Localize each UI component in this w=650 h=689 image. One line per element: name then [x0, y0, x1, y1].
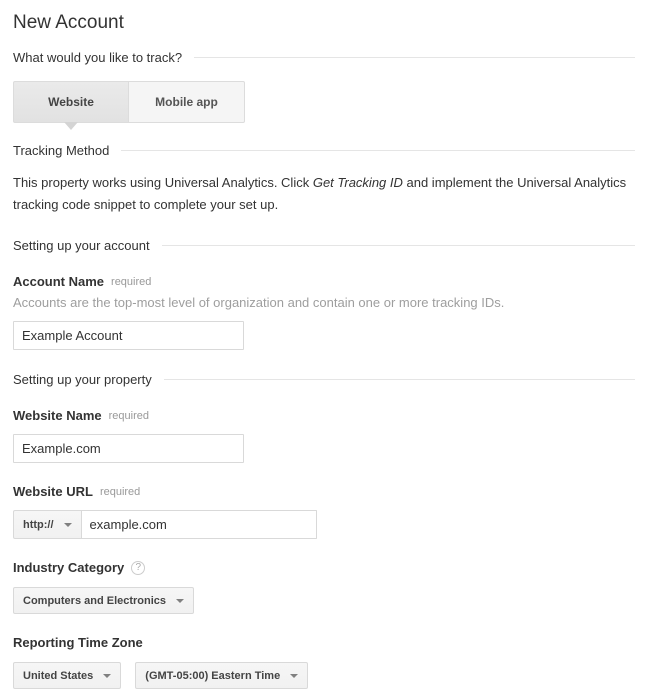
section-rule	[162, 245, 635, 246]
industry-category-dropdown[interactable]: Computers and Electronics	[13, 587, 194, 614]
chevron-down-icon	[176, 599, 184, 603]
website-name-required-tag: required	[109, 410, 149, 422]
tab-website-label: Website	[48, 95, 94, 109]
section-rule	[194, 57, 635, 58]
account-section-heading-label: Setting up your account	[13, 238, 150, 253]
time-zone-country-dropdown[interactable]: United States	[13, 662, 121, 689]
tracking-method-heading: Tracking Method	[13, 143, 635, 158]
get-tracking-id-reference: Get Tracking ID	[313, 175, 403, 190]
tracking-method-description: This property works using Universal Anal…	[13, 172, 635, 216]
reporting-time-zone-label: Reporting Time Zone	[13, 635, 143, 650]
website-url-row: http://	[13, 510, 635, 539]
website-name-input[interactable]	[13, 434, 244, 463]
track-section-heading-label: What would you like to track?	[13, 50, 182, 65]
property-section-heading-label: Setting up your property	[13, 372, 152, 387]
chevron-down-icon	[290, 674, 298, 678]
url-protocol-value: http://	[23, 519, 54, 531]
url-protocol-dropdown[interactable]: http://	[13, 510, 82, 539]
website-url-required-tag: required	[100, 486, 140, 498]
tracking-method-heading-label: Tracking Method	[13, 143, 109, 158]
new-account-page: New Account What would you like to track…	[0, 0, 650, 689]
reporting-time-zone-label-row: Reporting Time Zone	[13, 635, 635, 650]
account-name-label-row: Account Name required	[13, 274, 635, 289]
chevron-down-icon	[103, 674, 111, 678]
help-question-icon[interactable]: ?	[131, 561, 145, 575]
website-url-label: Website URL	[13, 484, 93, 499]
tab-website[interactable]: Website	[13, 81, 129, 123]
time-zone-dropdown[interactable]: (GMT-05:00) Eastern Time	[135, 662, 308, 689]
section-rule	[164, 379, 635, 380]
property-section-heading: Setting up your property	[13, 372, 635, 387]
reporting-time-zone-row: United States (GMT-05:00) Eastern Time	[13, 662, 635, 689]
page-title: New Account	[13, 12, 635, 34]
tab-mobile-app[interactable]: Mobile app	[129, 81, 245, 123]
website-name-label-row: Website Name required	[13, 408, 635, 423]
industry-category-label-row: Industry Category ?	[13, 560, 635, 575]
website-name-label: Website Name	[13, 408, 102, 423]
section-rule	[121, 150, 635, 151]
industry-category-value: Computers and Electronics	[23, 595, 166, 607]
industry-category-row: Computers and Electronics	[13, 587, 635, 614]
tab-mobile-app-label: Mobile app	[155, 95, 218, 109]
account-name-input[interactable]	[13, 321, 244, 350]
website-url-label-row: Website URL required	[13, 484, 635, 499]
tracking-method-text-prefix: This property works using Universal Anal…	[13, 175, 313, 190]
time-zone-value: (GMT-05:00) Eastern Time	[145, 670, 280, 682]
website-url-input[interactable]	[82, 510, 317, 539]
account-name-help-text: Accounts are the top-most level of organ…	[13, 295, 635, 310]
account-name-required-tag: required	[111, 276, 151, 288]
industry-category-label: Industry Category	[13, 560, 124, 575]
time-zone-country-value: United States	[23, 670, 93, 682]
selected-tab-pointer-icon	[64, 122, 78, 130]
track-section-heading: What would you like to track?	[13, 50, 635, 65]
account-name-label: Account Name	[13, 274, 104, 289]
track-type-tabs: Website Mobile app	[13, 81, 635, 123]
account-section-heading: Setting up your account	[13, 238, 635, 253]
chevron-down-icon	[64, 523, 72, 527]
